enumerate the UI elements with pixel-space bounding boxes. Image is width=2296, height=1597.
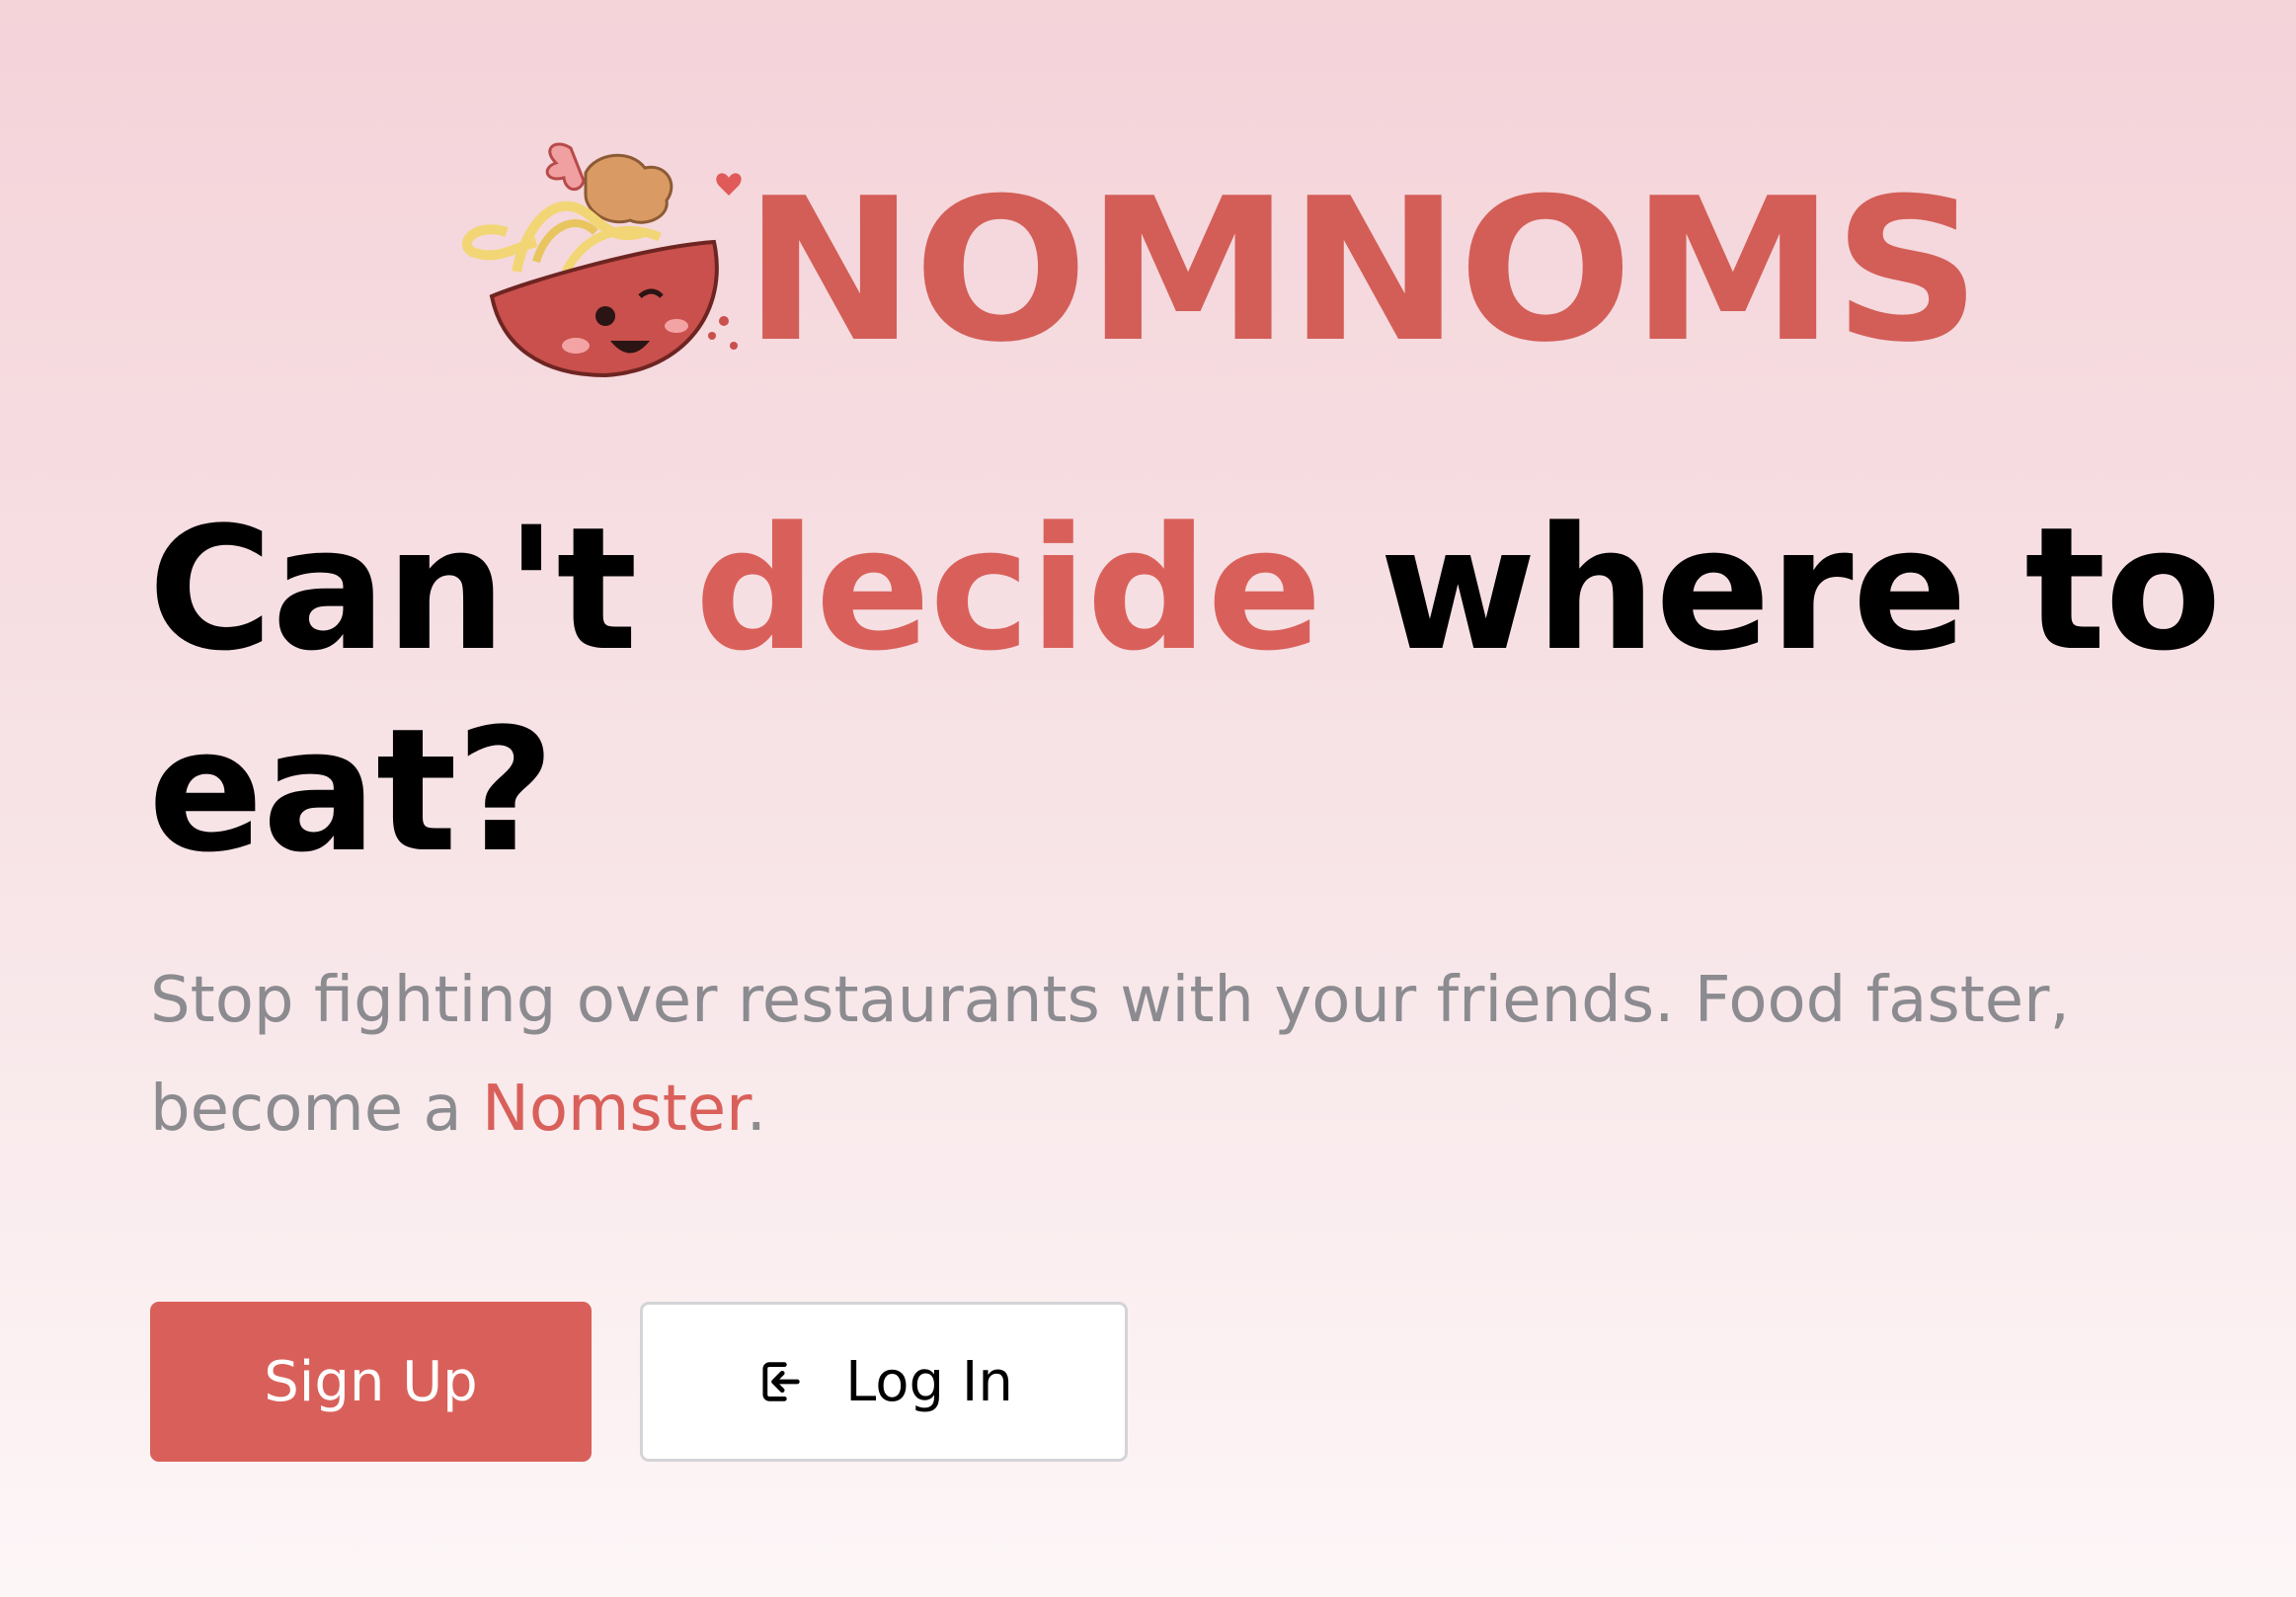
subtitle-accent: Nomster: [481, 1073, 747, 1146]
log-in-label: Log In: [845, 1349, 1013, 1414]
sign-up-label: Sign Up: [264, 1349, 478, 1414]
hero-subtitle: Stop fighting over restaurants with your…: [150, 946, 2125, 1163]
hero-headline: Can't decide where to eat?: [148, 489, 2222, 892]
noodle-bowl-mascot-icon: [462, 142, 742, 378]
login-icon: [762, 1362, 800, 1401]
logo: NOMNOMS: [447, 133, 1981, 390]
headline-accent: decide: [694, 490, 1322, 688]
subtitle-end: .: [746, 1073, 766, 1146]
sign-up-button[interactable]: Sign Up: [150, 1302, 592, 1462]
subtitle-text: Stop fighting over restaurants with your…: [150, 964, 2070, 1146]
logo-wordmark: NOMNOMS: [744, 156, 1981, 386]
headline-part-1: Can't: [148, 490, 695, 688]
log-in-button[interactable]: Log In: [640, 1302, 1128, 1462]
